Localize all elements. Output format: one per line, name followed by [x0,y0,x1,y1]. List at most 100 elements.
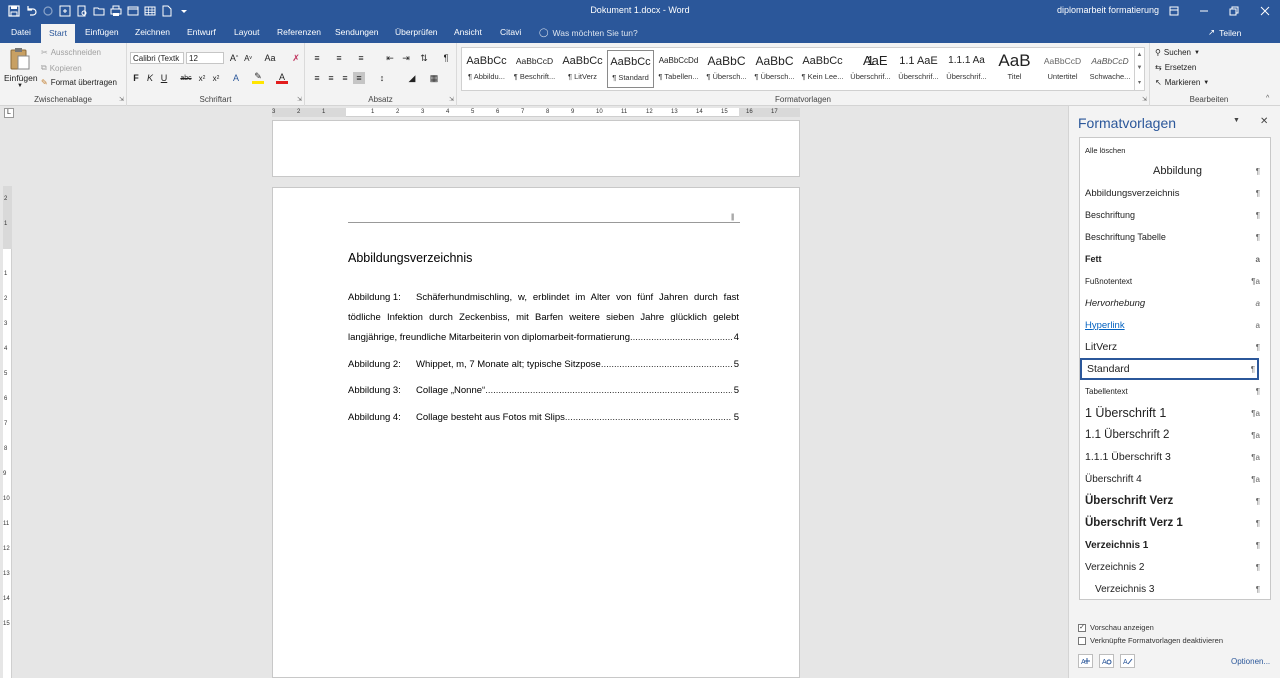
underline-icon[interactable]: U [158,72,170,84]
style-litverz[interactable]: AaBbCc ¶ LitVerz [559,50,606,88]
tab-referenzen[interactable]: Referenzen [277,27,321,37]
paste-dropdown-icon[interactable]: ▼ [4,83,36,89]
numbering-icon[interactable]: ≡ [333,52,345,64]
paste-button[interactable]: Einfügen ▼ [4,47,38,89]
style-abbildung[interactable]: AaBbCc ¶ Abbildu... [463,50,510,88]
style-titel[interactable]: AaB Titel [991,50,1038,88]
vertical-ruler[interactable]: 2 1 1 2 3 4 5 6 7 8 9 10 11 12 13 14 15 [3,186,12,678]
toc-entry[interactable]: Abbildung 2: Whippet, m, 7 Monate alt; t… [348,355,739,375]
style-kein-leerraum[interactable]: AaBbCc ¶ Kein Lee... [799,50,846,88]
align-center-icon[interactable]: ≡ [325,72,337,84]
style-list-item[interactable]: Verzeichnis 2 ¶ [1080,556,1270,578]
replace-button[interactable]: ⇆ Ersetzen [1155,63,1196,72]
options-link[interactable]: Optionen... [1231,657,1270,666]
align-left-icon[interactable]: ≡ [311,72,323,84]
dialog-launcher-icon[interactable]: ⇲ [1142,96,1147,103]
close-icon[interactable] [1257,3,1273,18]
strikethrough-icon[interactable]: abc [180,72,192,84]
tab-selector-icon[interactable]: L [4,108,14,118]
select-button[interactable]: ↖ Markieren ▼ [1155,78,1209,87]
new-style-button[interactable]: A [1078,654,1093,668]
style-list-item[interactable]: Überschrift Verz ¶ [1080,490,1270,512]
restore-icon[interactable] [1226,3,1242,18]
tab-ueberpruefen[interactable]: Überprüfen [395,27,438,37]
style-list-item[interactable]: Überschrift 4 ¶a [1080,468,1270,490]
page-heading[interactable]: Abbildungsverzeichnis [348,251,472,265]
tab-layout[interactable]: Layout [234,27,260,37]
style-list-item[interactable]: Hyperlink a [1080,314,1270,336]
shrink-font-icon[interactable]: Av [242,52,254,64]
tab-datei[interactable]: Datei [11,27,31,37]
document-page[interactable]: ||| Abbildungsverzeichnis Abbildung 1: S… [272,187,800,678]
tab-sendungen[interactable]: Sendungen [335,27,379,37]
bold-icon[interactable]: F [130,72,142,84]
shading-icon[interactable]: ◢ [406,72,418,84]
style-untertitel[interactable]: AaBbCcD Untertitel [1039,50,1086,88]
close-icon[interactable]: ✕ [1260,116,1268,127]
font-color-icon[interactable]: A [276,72,288,84]
gallery-more-icon[interactable]: ▾ [1138,79,1141,86]
decrease-indent-icon[interactable]: ⇤ [384,52,396,64]
style-list-item[interactable]: Abbildung ¶ [1080,160,1270,182]
show-formatting-marks-icon[interactable]: ¶ [440,52,452,64]
style-tabellentext[interactable]: AaBbCcDd ¶ Tabellen... [655,50,702,88]
style-list-item[interactable]: Abbildungsverzeichnis ¶ [1080,182,1270,204]
horizontal-ruler[interactable]: 3 2 1 1 2 3 4 5 6 7 8 9 10 11 12 13 14 1… [272,108,800,117]
collapse-ribbon-icon[interactable]: ^ [1266,95,1269,102]
bullets-icon[interactable]: ≡ [311,52,323,64]
tab-ansicht[interactable]: Ansicht [454,27,482,37]
pane-options-icon[interactable]: ▼ [1233,117,1240,124]
chevron-down-icon[interactable]: ▼ [1137,65,1143,71]
italic-icon[interactable]: K [144,72,156,84]
tab-entwurf[interactable]: Entwurf [187,27,216,37]
gallery-scrollbar[interactable]: ▲ ▼ ▾ [1134,48,1144,90]
minimize-icon[interactable] [1196,3,1212,18]
style-list-item[interactable]: Beschriftung Tabelle ¶ [1080,226,1270,248]
show-preview-checkbox[interactable]: ✓ Vorschau anzeigen [1078,623,1154,632]
dialog-launcher-icon[interactable]: ⇲ [297,96,302,103]
share-button[interactable]: ↗ Teilen [1208,27,1241,38]
cut-button[interactable]: ✂ Ausschneiden [41,48,101,57]
sort-icon[interactable]: ⇅ [418,52,430,64]
text-effects-icon[interactable]: A [230,72,242,84]
style-list-item-selected[interactable]: Standard ¶ [1080,358,1259,380]
ribbon-display-options-icon[interactable] [1166,3,1182,18]
tell-me-box[interactable]: ◯ Was möchten Sie tun? [539,27,638,38]
style-ueberschrift-3[interactable]: 1.1.1 Aa Überschrif... [943,50,990,88]
toc-entry[interactable]: Abbildung 4: Collage besteht aus Fotos m… [348,408,739,428]
dialog-launcher-icon[interactable]: ⇲ [119,96,124,103]
subscript-icon[interactable]: x2 [196,72,208,84]
style-list-item[interactable]: Beschriftung ¶ [1080,204,1270,226]
style-list-item[interactable]: Überschrift Verz 1 ¶ [1080,512,1270,534]
style-list-item[interactable]: Tabellentext ¶ [1080,380,1270,402]
justify-icon[interactable]: ≡ [353,72,365,84]
clear-all-styles[interactable]: Alle löschen [1080,141,1270,159]
font-size-combo[interactable]: 12 [186,52,224,64]
style-list-item[interactable]: 1.1.1 Überschrift 3 ¶a [1080,446,1270,468]
chevron-up-icon[interactable]: ▲ [1137,52,1143,58]
style-ueberschrift-2[interactable]: 1.1 AaE Überschrif... [895,50,942,88]
tab-einfuegen[interactable]: Einfügen [85,27,119,37]
style-beschriftung[interactable]: AaBbCcD ¶ Beschrift... [511,50,558,88]
font-name-combo[interactable]: Calibri (Textk [130,52,184,64]
align-right-icon[interactable]: ≡ [339,72,351,84]
clear-formatting-icon[interactable]: ✗ [290,52,302,64]
previous-page[interactable] [272,120,800,177]
style-list-item[interactable]: Hervorhebung a [1080,292,1270,314]
style-list-item[interactable]: Verzeichnis 1 ¶ [1080,534,1270,556]
style-ueberschrift-1-preview[interactable]: AaE [863,50,887,88]
style-schwache-hervorhebung[interactable]: AaBbCcD Schwache... [1087,50,1133,88]
superscript-icon[interactable]: x2 [210,72,222,84]
grow-font-icon[interactable]: A ^ [228,52,240,64]
manage-styles-button[interactable]: A [1120,654,1135,668]
style-list-item[interactable]: 1 Überschrift 1 ¶a [1080,402,1270,424]
disable-linked-styles-checkbox[interactable]: Verknüpfte Formatvorlagen deaktivieren [1078,636,1223,645]
line-spacing-icon[interactable]: ↕ [376,72,388,84]
toc-entry[interactable]: Abbildung 3: Collage „Nonne“ 5 [348,381,739,401]
style-standard[interactable]: AaBbCc ¶ Standard [607,50,654,88]
increase-indent-icon[interactable]: ⇥ [400,52,412,64]
format-painter-button[interactable]: ✎ Format übertragen [41,78,117,87]
toc-entry[interactable]: Abbildung 1: Schäferhundmischling, w, er… [348,288,739,348]
borders-icon[interactable]: ▦ [428,72,440,84]
style-list-item[interactable]: LitVerz ¶ [1080,336,1270,358]
